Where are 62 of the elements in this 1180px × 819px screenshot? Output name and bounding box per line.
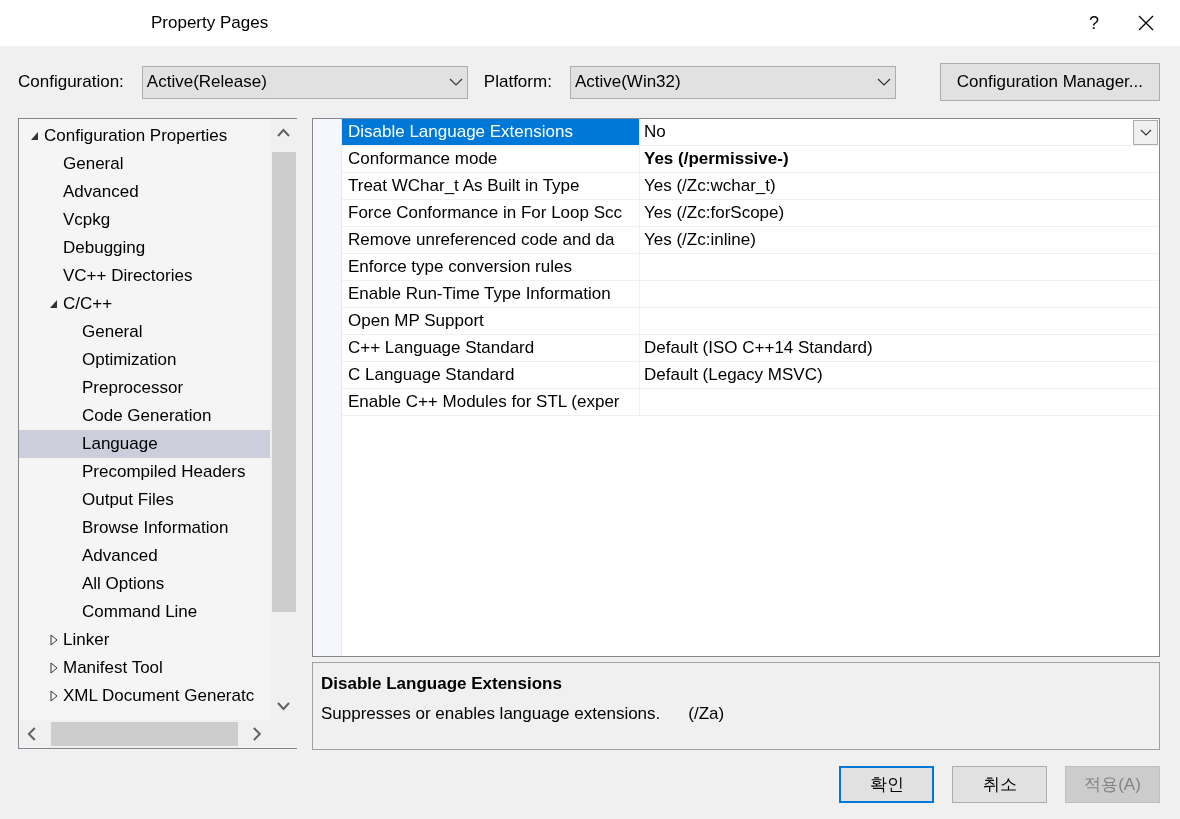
property-name[interactable]: Remove unreferenced code and da [342,227,640,253]
property-name[interactable]: Enforce type conversion rules [342,254,640,280]
help-button[interactable]: ? [1064,9,1124,37]
expanded-icon[interactable] [29,130,40,142]
configuration-manager-button[interactable]: Configuration Manager... [939,63,1160,101]
close-icon[interactable] [1138,15,1154,31]
property-value: Yes (/Zc:inline) [644,229,756,252]
tree-item[interactable]: Optimization [19,346,270,374]
window-title: Property Pages [151,12,270,35]
property-value: No [644,121,666,144]
tree-item[interactable]: XML Document Generatc [19,682,270,710]
cancel-button[interactable]: 취소 [952,766,1047,803]
collapsed-icon[interactable] [48,634,59,646]
property-name[interactable]: C Language Standard [342,362,640,388]
tree-item[interactable]: Advanced [19,178,270,206]
tree-item[interactable]: Debugging [19,234,270,262]
property-value: Yes (/Zc:forScope) [644,202,785,225]
vertical-scrollbar[interactable] [270,119,297,720]
property-name[interactable]: Enable Run-Time Type Information [342,281,640,307]
tree-item[interactable]: VC++ Directories [19,262,270,290]
tree-item[interactable]: Precompiled Headers [19,458,270,486]
platform-label: Platform: [483,71,552,94]
tree-item[interactable]: Advanced [19,542,270,570]
tree-item[interactable]: Preprocessor [19,374,270,402]
switch-text: (/Za) [688,703,725,723]
expanded-icon[interactable] [48,298,59,310]
tree-item[interactable]: Command Line [19,598,270,626]
tree-item[interactable]: Code Generation [19,402,270,430]
tree-item[interactable]: Linker [19,626,270,654]
caret-icon[interactable] [876,78,891,86]
tree-item[interactable]: Language [19,430,270,458]
property-name[interactable]: Conformance mode [342,146,640,172]
tree-item[interactable]: Output Files [19,486,270,514]
property-value: Default (Legacy MSVC) [644,364,823,387]
property-name[interactable]: Disable Language Extensions [342,119,640,145]
tree-item[interactable]: Manifest Tool [19,654,270,682]
tree-item[interactable]: Configuration Properties [19,122,270,150]
property-name[interactable]: Enable C++ Modules for STL (exper [342,389,640,415]
description-title: Disable Language Extensions [321,673,563,695]
configuration-label: Configuration: [18,71,124,94]
platform-dropdown[interactable]: Active(Win32) [569,65,896,99]
tree-item[interactable]: C/C++ [19,290,270,318]
tree-item[interactable]: All Options [19,570,270,598]
description-text: Suppresses or enables language extensions. [321,703,661,723]
tree-item[interactable]: Vcpkg [19,206,270,234]
property-name[interactable]: Open MP Support [342,308,640,334]
property-name[interactable]: Force Conformance in For Loop Scc [342,200,640,226]
property-name[interactable]: C++ Language Standard [342,335,640,361]
property-name[interactable]: Treat WChar_t As Built in Type [342,173,640,199]
tree-item[interactable]: General [19,318,270,346]
tree-item[interactable]: General [19,150,270,178]
tree-item[interactable]: Browse Information [19,514,270,542]
ok-button[interactable]: 확인 [839,766,934,803]
horizontal-scrollbar[interactable] [19,720,270,748]
caret-icon[interactable] [1139,128,1152,136]
configuration-dropdown[interactable]: Active(Release) [141,65,468,99]
collapsed-icon[interactable] [48,662,59,674]
property-value: Yes (/permissive-) [644,148,789,171]
collapsed-icon[interactable] [48,690,59,702]
caret-icon[interactable] [448,78,463,86]
property-value: Default (ISO C++14 Standard) [644,337,873,360]
property-value: Yes (/Zc:wchar_t) [644,175,776,198]
